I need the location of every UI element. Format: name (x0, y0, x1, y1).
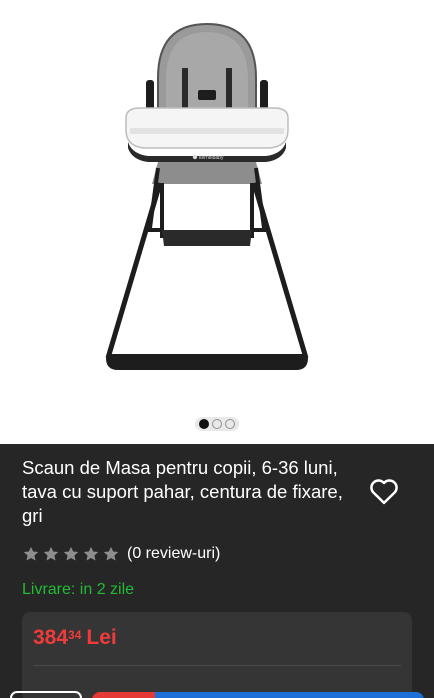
price: 384 34 Lei (33, 626, 117, 650)
heart-outline-icon[interactable] (369, 477, 399, 505)
price-divider (33, 665, 401, 666)
secondary-action-button[interactable] (10, 691, 82, 698)
star-icon (63, 546, 79, 561)
price-card: 384 34 Lei (22, 612, 412, 698)
star-icon (103, 546, 119, 561)
pagination-pill (195, 417, 239, 431)
star-icon (43, 546, 59, 561)
star-icon (83, 546, 99, 561)
review-count-link[interactable]: (0 review-uri) (127, 545, 220, 563)
rating-row[interactable]: (0 review-uri) (22, 545, 220, 563)
product-gallery[interactable]: kernelbaby (0, 0, 434, 444)
price-cents: 34 (68, 628, 82, 642)
gallery-pagination (0, 417, 434, 431)
pagination-dot-2[interactable] (212, 419, 222, 429)
price-currency: Lei (86, 626, 117, 649)
pagination-dot-3[interactable] (225, 419, 235, 429)
product-image[interactable]: kernelbaby (96, 18, 318, 378)
price-integer: 384 (33, 626, 69, 649)
product-title: Scaun de Masa pentru copii, 6-36 luni, t… (22, 457, 343, 526)
star-icon (23, 546, 39, 561)
delivery-info: Livrare: in 2 zile (22, 581, 135, 598)
brand-logo: kernelbaby (199, 155, 224, 161)
pagination-dot-1[interactable] (199, 419, 209, 429)
add-to-cart-button[interactable] (92, 692, 424, 698)
